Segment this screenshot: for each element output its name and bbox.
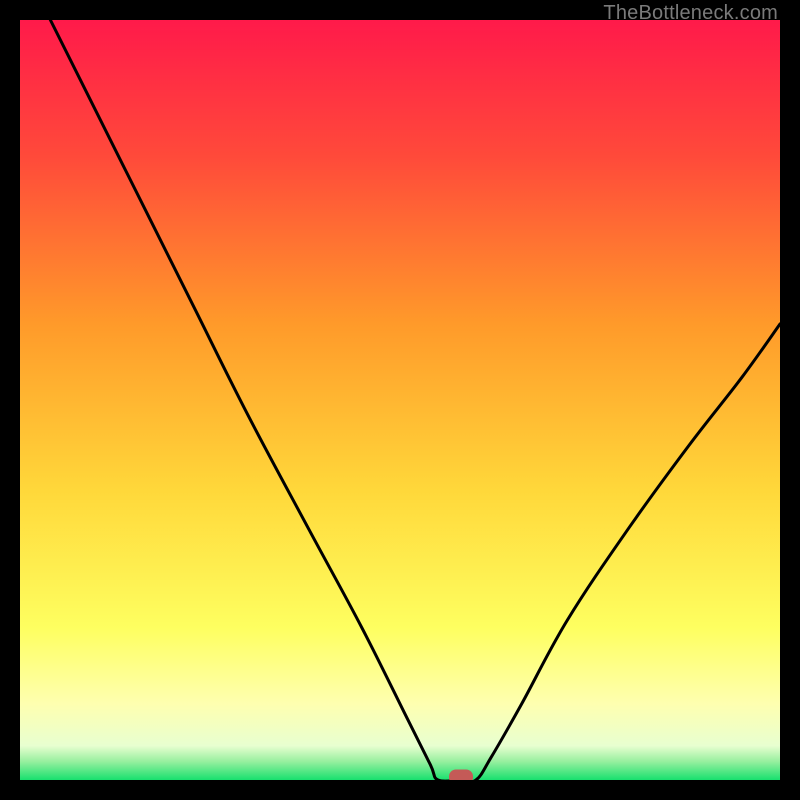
bottleneck-curve bbox=[20, 20, 780, 780]
watermark-text: TheBottleneck.com bbox=[603, 2, 778, 25]
chart-frame: TheBottleneck.com bbox=[0, 0, 800, 800]
plot-area bbox=[20, 20, 780, 780]
optimal-marker bbox=[449, 770, 473, 781]
